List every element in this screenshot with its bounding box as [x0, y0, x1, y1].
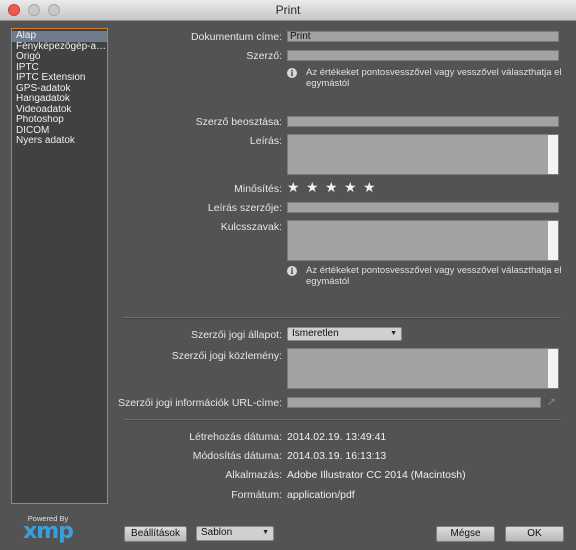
title-bar: Print — [0, 0, 576, 21]
info-icon: i — [287, 68, 297, 78]
document-title-label: Dokumentum címe: — [190, 31, 282, 43]
description-scrollbar[interactable] — [548, 135, 558, 174]
keywords-info-text: Az értékeket pontosvesszővel vagy vessző… — [306, 265, 562, 287]
author-title-label: Szerző beosztása: — [195, 116, 282, 128]
keywords-label: Kulcsszavak: — [220, 221, 282, 233]
document-title-input[interactable]: Print — [287, 31, 559, 42]
copyright-status-label: Szerzői jogi állapot: — [190, 329, 282, 341]
author-input[interactable] — [287, 50, 559, 61]
rating-star-4-icon[interactable]: ★ — [344, 180, 363, 194]
rating-star-5-icon[interactable]: ★ — [363, 180, 382, 194]
template-select[interactable]: Sablon ▼ — [196, 526, 274, 541]
ok-button[interactable]: OK — [505, 526, 564, 542]
sidebar-item-gps-data[interactable]: GPS-adatok — [12, 84, 107, 95]
copyright-url-input[interactable] — [287, 397, 541, 408]
copyright-notice-label: Szerzői jogi közlemény: — [171, 350, 282, 362]
rating-label: Minősítés: — [234, 183, 282, 195]
rating-stars: ★ ★ ★ ★ ★ — [287, 180, 382, 194]
xmp-logo-text: xmp — [23, 519, 74, 544]
modified-date-label: Módosítás dátuma: — [192, 450, 282, 462]
info-icon: i — [287, 266, 297, 276]
description-textarea[interactable] — [287, 134, 559, 175]
chevron-down-icon: ▼ — [262, 529, 269, 536]
format-value: application/pdf — [287, 489, 355, 501]
settings-button[interactable]: Beállítások — [124, 526, 187, 542]
window-title: Print — [275, 3, 301, 17]
sidebar-item-camera-data[interactable]: Fényképezőgép-adatok — [12, 42, 107, 53]
sidebar-item-alap[interactable]: Alap — [12, 31, 107, 42]
format-label: Formátum: — [231, 489, 282, 501]
copyright-status-value: Ismeretlen — [292, 328, 339, 339]
author-title-input[interactable] — [287, 116, 559, 127]
section-divider — [123, 317, 561, 319]
copyright-url-label: Szerzői jogi információk URL-címe: — [118, 397, 282, 409]
author-info-text: Az értékeket pontosvesszővel vagy vessző… — [306, 67, 562, 89]
sidebar-item-iptc[interactable]: IPTC — [12, 63, 107, 74]
description-writer-input[interactable] — [287, 202, 559, 213]
modified-date-value: 2014.03.19. 16:13:13 — [287, 450, 387, 462]
keywords-textarea[interactable] — [287, 220, 559, 261]
copyright-status-select[interactable]: Ismeretlen ▼ — [287, 327, 402, 341]
rating-star-1-icon[interactable]: ★ — [287, 180, 306, 194]
application-label: Alkalmazás: — [225, 469, 282, 481]
sidebar-item-iptc-extension[interactable]: IPTC Extension — [12, 73, 107, 84]
template-select-label: Sablon — [201, 527, 233, 538]
description-label: Leírás: — [249, 135, 282, 147]
author-label: Szerző: — [246, 50, 282, 62]
sidebar-item-raw-data[interactable]: Nyers adatok — [12, 136, 107, 147]
rating-star-2-icon[interactable]: ★ — [306, 180, 325, 194]
created-date-label: Létrehozás dátuma: — [189, 431, 282, 443]
keywords-scrollbar[interactable] — [548, 221, 558, 260]
author-info-note: i Az értékeket pontosvesszővel vagy vess… — [287, 67, 567, 91]
sidebar-item-dicom[interactable]: DICOM — [12, 126, 107, 137]
rating-star-3-icon[interactable]: ★ — [325, 180, 344, 194]
created-date-value: 2014.02.19. 13:49:41 — [287, 431, 387, 443]
application-value: Adobe Illustrator CC 2014 (Macintosh) — [287, 469, 466, 481]
chevron-down-icon: ▼ — [390, 330, 397, 337]
sidebar-item-photoshop[interactable]: Photoshop — [12, 115, 107, 126]
copyright-notice-scrollbar[interactable] — [548, 349, 558, 388]
go-to-url-icon[interactable]: ➚ — [547, 395, 556, 408]
category-sidebar: Alap Fényképezőgép-adatok Origó IPTC IPT… — [11, 28, 108, 504]
sidebar-item-video-data[interactable]: Videoadatok — [12, 105, 107, 116]
section-divider — [123, 419, 561, 421]
description-writer-label: Leírás szerzője: — [207, 202, 282, 214]
cancel-button[interactable]: Mégse — [436, 526, 495, 542]
keywords-info-note: i Az értékeket pontosvesszővel vagy vess… — [287, 265, 567, 289]
sidebar-item-origin[interactable]: Origó — [12, 52, 107, 63]
xmp-logo: Powered By xmp — [23, 514, 74, 544]
sidebar-item-audio-data[interactable]: Hangadatok — [12, 94, 107, 105]
copyright-notice-textarea[interactable] — [287, 348, 559, 389]
